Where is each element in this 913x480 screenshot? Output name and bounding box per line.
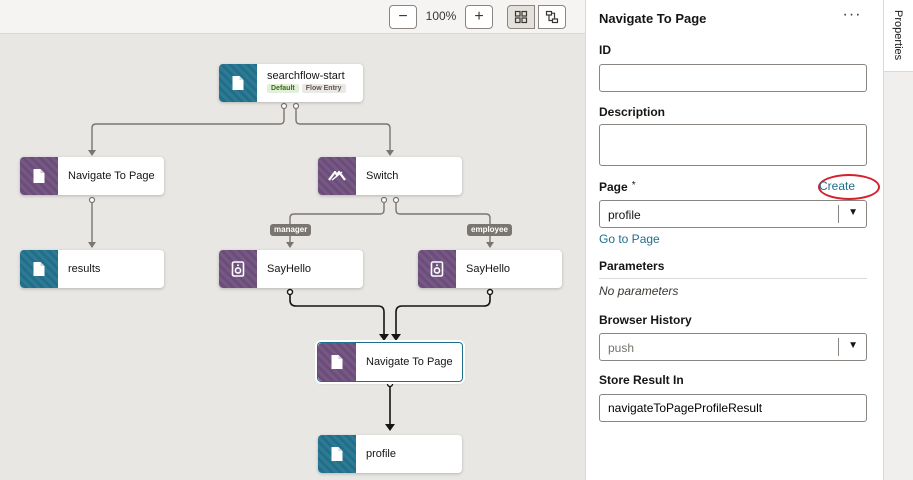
- dropdown-arrow-icon[interactable]: ▼: [848, 340, 858, 351]
- description-field[interactable]: [599, 124, 867, 166]
- navigate-to-page-node-selected[interactable]: Navigate To Page: [317, 342, 463, 382]
- parameters-empty-text: No parameters: [599, 284, 679, 298]
- results-node[interactable]: results: [20, 250, 164, 288]
- switch-icon: [328, 170, 346, 181]
- page-icon: [331, 355, 343, 369]
- page-label-text: Page: [599, 180, 628, 194]
- node-label: profile: [366, 448, 396, 460]
- panel-title: Navigate To Page: [599, 11, 707, 26]
- side-tab-strip: Properties: [883, 0, 913, 480]
- create-page-link[interactable]: Create: [819, 179, 855, 193]
- page-icon: [33, 262, 45, 276]
- more-options-button[interactable]: ···: [842, 6, 862, 26]
- start-node-tile: [219, 64, 257, 102]
- parameters-divider: [599, 278, 867, 279]
- speaker-icon: [231, 261, 245, 277]
- go-to-page-link[interactable]: Go to Page: [599, 232, 660, 246]
- browser-history-select[interactable]: push ▼: [599, 333, 867, 361]
- properties-tab[interactable]: Properties: [884, 0, 913, 72]
- node-label: SayHello: [466, 263, 511, 275]
- page-select[interactable]: profile ▼: [599, 200, 867, 228]
- required-marker: *: [631, 180, 636, 191]
- flow-canvas[interactable]: − 100% + searchflow-start Default Flow E…: [0, 0, 585, 480]
- description-label: Description: [599, 105, 666, 119]
- node-label: Switch: [366, 170, 399, 182]
- profile-node[interactable]: profile: [318, 435, 462, 473]
- navigate-node-tile: [20, 157, 58, 195]
- id-label: ID: [599, 43, 611, 57]
- navigate-to-page-node[interactable]: Navigate To Page: [20, 157, 164, 195]
- case-label-employee: employee: [467, 224, 512, 236]
- node-label: SayHello: [267, 263, 312, 275]
- switch-node[interactable]: Switch: [318, 157, 462, 195]
- browser-history-label: Browser History: [599, 313, 692, 327]
- sayhello-node[interactable]: SayHello: [418, 250, 562, 288]
- page-icon: [331, 447, 343, 461]
- page-icon: [33, 169, 45, 183]
- properties-tab-label: Properties: [892, 10, 904, 61]
- store-result-label: Store Result In: [599, 373, 684, 387]
- switch-node-tile: [318, 157, 356, 195]
- start-node-badges: Default Flow Entry: [267, 84, 346, 93]
- id-field[interactable]: [599, 64, 867, 92]
- store-result-field[interactable]: [599, 394, 867, 422]
- page-icon: [232, 76, 244, 90]
- start-node-label: searchflow-start: [267, 70, 345, 82]
- sayhello-node[interactable]: SayHello: [219, 250, 363, 288]
- dropdown-arrow-icon[interactable]: ▼: [848, 207, 858, 218]
- flow-entry-badge: Flow Entry: [301, 84, 346, 93]
- start-node[interactable]: searchflow-start Default Flow Entry: [219, 64, 363, 102]
- browser-history-placeholder: push: [608, 341, 635, 355]
- default-badge: Default: [267, 84, 299, 93]
- page-select-value: profile: [608, 208, 641, 222]
- properties-panel: Navigate To Page ··· ID Description Page…: [585, 0, 883, 480]
- node-label: Navigate To Page: [68, 170, 155, 182]
- parameters-label: Parameters: [599, 259, 665, 273]
- node-label: Navigate To Page: [366, 356, 453, 368]
- navigate-node-tile: [318, 343, 356, 381]
- profile-node-tile: [318, 435, 356, 473]
- node-label: results: [68, 263, 101, 275]
- sayhello-node-tile: [418, 250, 456, 288]
- speaker-icon: [430, 261, 444, 277]
- results-node-tile: [20, 250, 58, 288]
- select-divider: [838, 205, 839, 223]
- case-label-manager: manager: [270, 224, 312, 236]
- select-divider: [838, 338, 839, 356]
- page-label: Page *: [599, 180, 636, 194]
- sayhello-node-tile: [219, 250, 257, 288]
